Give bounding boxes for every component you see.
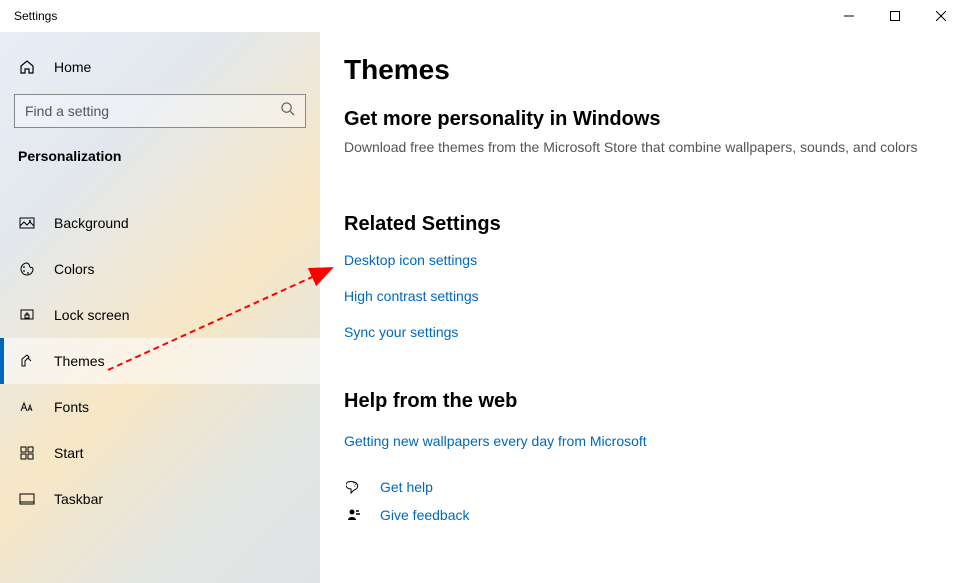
get-help-icon: ? (344, 479, 364, 495)
main-content: Themes Get more personality in Windows D… (320, 32, 964, 583)
sidebar-item-start[interactable]: Start (0, 430, 320, 476)
help-section: ? Get help Give feedback (344, 479, 940, 523)
sidebar-item-label: Themes (54, 353, 105, 369)
minimize-button[interactable] (826, 0, 872, 32)
fonts-icon (18, 399, 36, 415)
search-field[interactable] (25, 103, 280, 119)
page-title: Themes (344, 54, 940, 86)
personality-description: Download free themes from the Microsoft … (344, 139, 940, 155)
sidebar-item-label: Taskbar (54, 491, 103, 507)
taskbar-icon (18, 491, 36, 507)
sidebar-item-background[interactable]: Background (0, 200, 320, 246)
nav-list: Background Colors Lock screen Themes Fon… (0, 200, 320, 522)
home-label: Home (54, 59, 91, 75)
maximize-button[interactable] (872, 0, 918, 32)
sidebar-item-label: Colors (54, 261, 94, 277)
category-heading: Personalization (0, 138, 320, 172)
give-feedback-row[interactable]: Give feedback (344, 507, 940, 523)
close-button[interactable] (918, 0, 964, 32)
sidebar-item-label: Lock screen (54, 307, 129, 323)
svg-text:?: ? (353, 482, 357, 489)
start-icon (18, 445, 36, 461)
sidebar-item-label: Start (54, 445, 84, 461)
give-feedback-link[interactable]: Give feedback (380, 507, 470, 523)
sidebar-item-label: Background (54, 215, 129, 231)
link-getting-new-wallpapers[interactable]: Getting new wallpapers every day from Mi… (344, 433, 940, 449)
related-settings-heading: Related Settings (344, 213, 940, 236)
sidebar-item-themes[interactable]: Themes (0, 338, 320, 384)
themes-icon (18, 353, 36, 369)
feedback-icon (344, 507, 364, 523)
sidebar-item-lock-screen[interactable]: Lock screen (0, 292, 320, 338)
settings-window: Settings Home (0, 0, 964, 583)
lock-screen-icon (18, 307, 36, 323)
minimize-icon (844, 11, 854, 21)
window-title: Settings (0, 9, 57, 23)
search-icon (280, 101, 295, 121)
window-controls (826, 0, 964, 32)
sidebar-item-fonts[interactable]: Fonts (0, 384, 320, 430)
get-help-link[interactable]: Get help (380, 479, 433, 495)
palette-icon (18, 261, 36, 277)
sidebar-item-label: Fonts (54, 399, 89, 415)
sidebar-item-taskbar[interactable]: Taskbar (0, 476, 320, 522)
sidebar: Home Personalization Background Colors (0, 32, 320, 583)
close-icon (936, 11, 946, 21)
help-from-web-heading: Help from the web (344, 390, 940, 413)
titlebar: Settings (0, 0, 964, 32)
link-desktop-icon-settings[interactable]: Desktop icon settings (344, 252, 940, 268)
link-sync-your-settings[interactable]: Sync your settings (344, 324, 940, 340)
search-input[interactable] (14, 94, 306, 128)
sidebar-item-colors[interactable]: Colors (0, 246, 320, 292)
home-icon (18, 59, 36, 75)
home-button[interactable]: Home (0, 46, 320, 88)
personality-heading: Get more personality in Windows (344, 108, 940, 131)
get-help-row[interactable]: ? Get help (344, 479, 940, 495)
image-icon (18, 215, 36, 231)
link-high-contrast-settings[interactable]: High contrast settings (344, 288, 940, 304)
maximize-icon (890, 11, 900, 21)
